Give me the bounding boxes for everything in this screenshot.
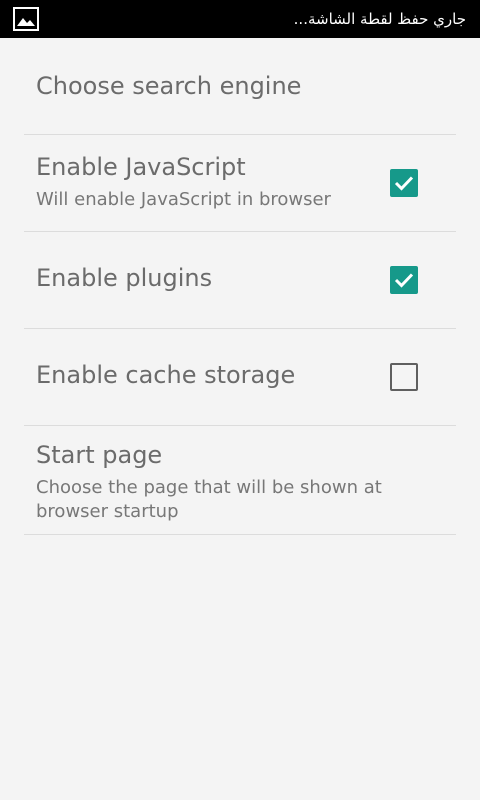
check-icon (394, 176, 414, 191)
pref-summary: Will enable JavaScript in browser (36, 189, 331, 210)
pref-enable-cache-storage[interactable]: Enable cache storage (24, 329, 456, 426)
pref-title: Start page (36, 441, 163, 469)
check-icon (394, 273, 414, 288)
pref-title: Enable plugins (36, 264, 213, 292)
pref-summary: Choose the page that will be shown at br… (36, 477, 382, 522)
pref-start-page[interactable]: Start page Choose the page that will be … (24, 426, 456, 535)
settings-list: Choose search engine Enable JavaScript W… (0, 38, 480, 535)
pref-title: Enable cache storage (36, 361, 296, 389)
pref-title: Choose search engine (36, 72, 302, 100)
pref-enable-javascript[interactable]: Enable JavaScript Will enable JavaScript… (24, 135, 456, 232)
status-bar: جاري حفظ لقطة الشاشة... (0, 0, 480, 38)
image-icon (13, 7, 39, 31)
plugins-checkbox[interactable] (390, 266, 418, 294)
pref-title: Enable JavaScript (36, 153, 246, 181)
pref-enable-plugins[interactable]: Enable plugins (24, 232, 456, 329)
javascript-checkbox[interactable] (390, 169, 418, 197)
notification-text: جاري حفظ لقطة الشاشة... (293, 10, 466, 28)
pref-search-engine[interactable]: Choose search engine (24, 38, 456, 135)
cache-storage-checkbox[interactable] (390, 363, 418, 391)
